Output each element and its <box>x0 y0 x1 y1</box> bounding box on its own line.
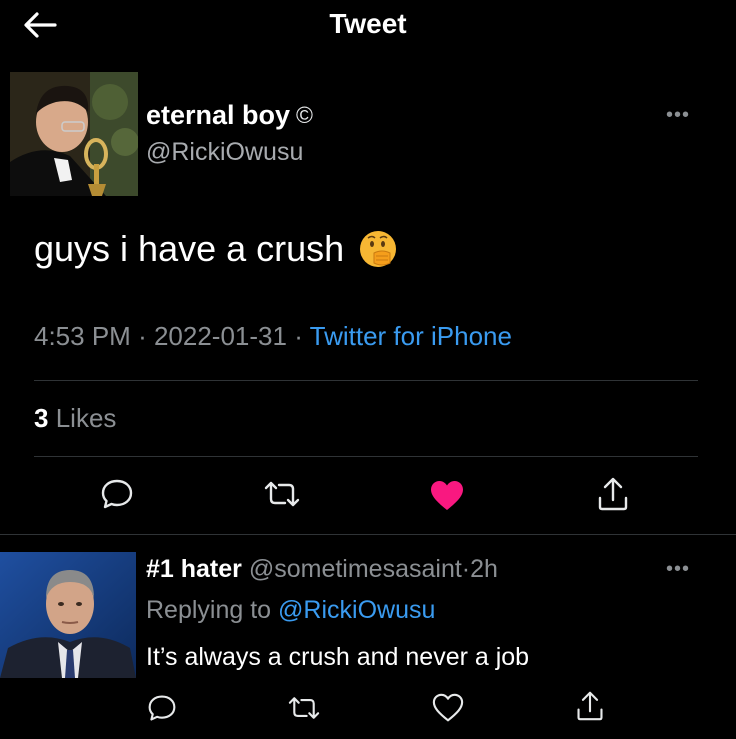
share-button[interactable] <box>593 474 633 514</box>
retweet-icon <box>288 697 320 719</box>
author-handle[interactable]: @RickiOwusu <box>146 138 303 167</box>
retweet-button[interactable] <box>262 474 302 514</box>
reply-author-handle[interactable]: @sometimesasaint <box>249 555 462 583</box>
author-display-name: eternal boy <box>146 100 291 130</box>
replying-to-label: Replying to <box>146 596 272 624</box>
tweet-source-link[interactable]: Twitter for iPhone <box>310 321 512 351</box>
share-icon <box>577 691 603 721</box>
likes-count-link[interactable]: 3 Likes <box>34 403 116 434</box>
heart-outline-icon <box>432 693 464 722</box>
reply-time: 2h <box>470 555 498 583</box>
comment-icon <box>148 695 176 721</box>
face-with-hand-over-mouth-emoji-icon <box>360 231 397 267</box>
replying-to: Replying to @RickiOwusu <box>146 596 435 625</box>
likes-number: 3 <box>34 403 49 433</box>
reply-separator: · <box>461 555 471 583</box>
reply-avatar[interactable] <box>0 552 136 678</box>
share-icon <box>598 477 628 511</box>
reply-button[interactable] <box>97 474 137 514</box>
comment-icon <box>101 479 133 509</box>
replying-to-mention[interactable]: @RickiOwusu <box>278 596 435 624</box>
divider <box>0 534 736 535</box>
meta-separator: · <box>138 321 147 351</box>
reply-comment-button[interactable] <box>142 688 182 728</box>
like-button[interactable] <box>427 476 467 516</box>
tweet-meta: 4:53 PM · 2022-01-31 · Twitter for iPhon… <box>34 321 512 352</box>
reply-header: #1 hater @sometimesasaint·2h <box>146 555 498 584</box>
reply-author-name[interactable]: #1 hater <box>146 555 242 583</box>
divider <box>34 456 698 457</box>
reply-text: It’s always a crush and never a job <box>146 643 530 671</box>
author-name[interactable]: eternal boy © <box>146 100 313 131</box>
reply-like-button[interactable] <box>428 688 468 728</box>
page-title: Tweet <box>329 8 407 39</box>
heart-filled-icon <box>431 481 463 510</box>
retweet-icon <box>264 481 300 507</box>
tweet-date: 2022-01-31 <box>153 321 287 351</box>
tweet-body: guys i have a crush <box>34 228 345 269</box>
divider <box>34 380 698 381</box>
name-symbol: © <box>296 102 313 128</box>
reply-retweet-button[interactable] <box>284 688 324 728</box>
reply-share-button[interactable] <box>570 686 610 726</box>
more-options-icon[interactable]: ••• <box>666 104 690 127</box>
avatar[interactable] <box>10 72 138 196</box>
meta-separator: · <box>294 321 303 351</box>
tweet-text: guys i have a crush <box>34 228 398 270</box>
tweet-time: 4:53 PM <box>34 321 131 351</box>
likes-label: Likes <box>55 403 117 433</box>
reply-more-options-icon[interactable]: ••• <box>666 558 690 581</box>
